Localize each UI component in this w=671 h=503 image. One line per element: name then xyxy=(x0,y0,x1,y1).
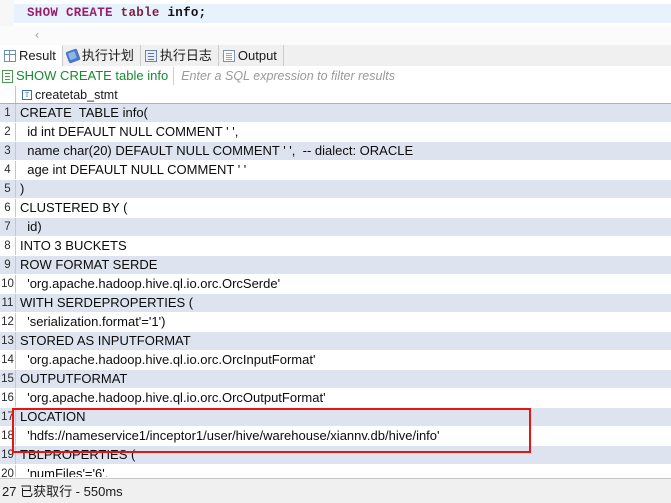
row-number[interactable]: 9 xyxy=(0,256,16,274)
table-row[interactable]: 17 LOCATION xyxy=(0,408,671,427)
sql-keyword-show-create: SHOW CREATE xyxy=(27,6,113,20)
table-row[interactable]: 12 'serialization.format'='1') xyxy=(0,313,671,332)
table-row[interactable]: 6 CLUSTERED BY ( xyxy=(0,199,671,218)
row-cell-createtab-stmt[interactable]: id) xyxy=(16,218,671,236)
filter-query-label[interactable]: SHOW CREATE table info xyxy=(16,67,175,85)
table-row[interactable]: 5) xyxy=(0,180,671,199)
row-number[interactable]: 17 xyxy=(0,408,16,426)
table-row[interactable]: 14 'org.apache.hadoop.hive.ql.io.orc.Orc… xyxy=(0,351,671,370)
collapse-left-chevron-icon[interactable]: ‹ xyxy=(30,28,44,42)
grid-body: 1 CREATE TABLE info(2 id int DEFAULT NULL… xyxy=(0,104,671,477)
row-number[interactable]: 11 xyxy=(0,294,16,312)
table-row[interactable]: 10 'org.apache.hadoop.hive.ql.io.orc.Orc… xyxy=(0,275,671,294)
table-row[interactable]: 11 WITH SERDEPROPERTIES ( xyxy=(0,294,671,313)
filter-input[interactable] xyxy=(174,66,671,86)
row-cell-createtab-stmt[interactable]: 'org.apache.hadoop.hive.ql.io.orc.OrcSer… xyxy=(16,275,671,293)
row-cell-createtab-stmt[interactable]: age int DEFAULT NULL COMMENT ' ' xyxy=(16,161,671,179)
table-row[interactable]: 19 TBLPROPERTIES ( xyxy=(0,446,671,465)
grid-icon xyxy=(4,50,16,62)
page-icon xyxy=(222,49,235,62)
editor-collapse-bar: ‹ xyxy=(0,26,671,46)
row-cell-createtab-stmt[interactable]: 'org.apache.hadoop.hive.ql.io.orc.OrcOut… xyxy=(16,389,671,407)
row-cell-createtab-stmt[interactable]: 'serialization.format'='1') xyxy=(16,313,671,331)
table-row[interactable]: 18 'hdfs://nameservice1/inceptor1/user/h… xyxy=(0,427,671,446)
tab-execution-log[interactable]: 执行日志 xyxy=(140,45,219,66)
table-row[interactable]: 16 'org.apache.hadoop.hive.ql.io.orc.Orc… xyxy=(0,389,671,408)
tab-result[interactable]: Result xyxy=(0,45,63,66)
row-cell-createtab-stmt[interactable]: OUTPUTFORMAT xyxy=(16,370,671,388)
table-row[interactable]: 8 INTO 3 BUCKETS xyxy=(0,237,671,256)
row-cell-createtab-stmt[interactable]: CLUSTERED BY ( xyxy=(16,199,671,217)
table-row[interactable]: 1 CREATE TABLE info( xyxy=(0,104,671,123)
row-number[interactable]: 12 xyxy=(0,313,16,331)
row-number[interactable]: 4 xyxy=(0,161,16,179)
tab-output-label: Output xyxy=(237,47,277,63)
sql-client-window: SHOW CREATE table info; ‹ Result 执行计划 执行… xyxy=(0,0,671,503)
row-cell-createtab-stmt[interactable]: LOCATION xyxy=(16,408,671,426)
row-number[interactable]: 3 xyxy=(0,142,16,160)
status-bar: 27 已获取行 - 550ms xyxy=(0,478,671,503)
row-cell-createtab-stmt[interactable]: TBLPROPERTIES ( xyxy=(16,446,671,464)
results-tabbar: Result 执行计划 执行日志 Output xyxy=(0,45,671,67)
sql-editor[interactable]: SHOW CREATE table info; xyxy=(0,0,671,27)
row-number[interactable]: 1 xyxy=(0,104,16,122)
column-header-label: createtab_stmt xyxy=(35,87,118,102)
tab-execution-plan-label: 执行计划 xyxy=(81,47,134,63)
row-number[interactable]: 16 xyxy=(0,389,16,407)
table-row[interactable]: 2 id int DEFAULT NULL COMMENT ' ', xyxy=(0,123,671,142)
row-number[interactable]: 15 xyxy=(0,370,16,388)
plan-icon xyxy=(65,47,81,64)
row-number[interactable]: 7 xyxy=(0,218,16,236)
row-cell-createtab-stmt[interactable]: ROW FORMAT SERDE xyxy=(16,256,671,274)
row-number[interactable]: 20 xyxy=(0,465,16,477)
row-number[interactable]: 14 xyxy=(0,351,16,369)
tab-output[interactable]: Output xyxy=(218,45,284,66)
tab-execution-plan[interactable]: 执行计划 xyxy=(62,45,141,66)
table-row[interactable]: 9 ROW FORMAT SERDE xyxy=(0,256,671,275)
tab-execution-log-label: 执行日志 xyxy=(159,47,212,63)
row-cell-createtab-stmt[interactable]: 'org.apache.hadoop.hive.ql.io.orc.OrcInp… xyxy=(16,351,671,369)
row-number[interactable]: 13 xyxy=(0,332,16,350)
row-cell-createtab-stmt[interactable]: INTO 3 BUCKETS xyxy=(16,237,671,255)
row-cell-createtab-stmt[interactable]: 'hdfs://nameservice1/inceptor1/user/hive… xyxy=(16,427,671,445)
row-number[interactable]: 19 xyxy=(0,446,16,464)
row-cell-createtab-stmt[interactable]: id int DEFAULT NULL COMMENT ' ', xyxy=(16,123,671,141)
table-row[interactable]: 20 'numFiles'='6', xyxy=(0,465,671,477)
grid-select-all-corner[interactable] xyxy=(0,86,16,103)
tab-result-label: Result xyxy=(19,48,56,63)
row-number[interactable]: 2 xyxy=(0,123,16,141)
sql-keyword-table: table xyxy=(120,6,160,20)
grid-header-row: T createtab_stmt xyxy=(0,86,671,104)
table-row[interactable]: 15 OUTPUTFORMAT xyxy=(0,370,671,389)
table-row[interactable]: 4 age int DEFAULT NULL COMMENT ' ' xyxy=(0,161,671,180)
editor-gutter xyxy=(0,0,14,26)
row-number[interactable]: 18 xyxy=(0,427,16,445)
column-header-createtab-stmt[interactable]: T createtab_stmt xyxy=(16,86,671,103)
results-grid: T createtab_stmt 1 CREATE TABLE info(2 id… xyxy=(0,86,671,478)
result-filter-bar: SHOW CREATE table info xyxy=(0,66,671,87)
sql-space-1 xyxy=(113,6,121,20)
row-cell-createtab-stmt[interactable]: STORED AS INPUTFORMAT xyxy=(16,332,671,350)
row-number[interactable]: 10 xyxy=(0,275,16,293)
row-cell-createtab-stmt[interactable]: name char(20) DEFAULT NULL COMMENT ' ', … xyxy=(16,142,671,160)
row-number[interactable]: 5 xyxy=(0,180,16,198)
row-cell-createtab-stmt[interactable]: WITH SERDEPROPERTIES ( xyxy=(16,294,671,312)
table-row[interactable]: 3 name char(20) DEFAULT NULL COMMENT ' '… xyxy=(0,142,671,161)
log-icon xyxy=(144,49,157,62)
status-rows-fetched: 27 已获取行 - 550ms xyxy=(2,483,123,499)
table-row[interactable]: 7 id) xyxy=(0,218,671,237)
row-cell-createtab-stmt[interactable]: CREATE TABLE info( xyxy=(16,104,671,122)
row-cell-createtab-stmt[interactable]: ) xyxy=(16,180,671,198)
sql-statement-line[interactable]: SHOW CREATE table info; xyxy=(14,4,671,23)
document-icon xyxy=(2,69,13,83)
row-cell-createtab-stmt[interactable]: 'numFiles'='6', xyxy=(16,465,671,477)
text-type-icon: T xyxy=(22,89,32,100)
row-number[interactable]: 8 xyxy=(0,237,16,255)
sql-identifier-info: info; xyxy=(167,6,207,20)
row-number[interactable]: 6 xyxy=(0,199,16,217)
table-row[interactable]: 13 STORED AS INPUTFORMAT xyxy=(0,332,671,351)
